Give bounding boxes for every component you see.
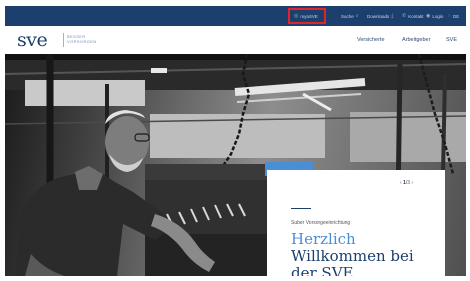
user-icon: ◉ (426, 13, 431, 19)
search-link[interactable]: Suche ⌕ (341, 6, 359, 26)
slider-prev-button[interactable]: ‹ (400, 180, 402, 186)
search-label: Suche (341, 13, 354, 19)
tagline-line-2: VORSORGEN (67, 39, 97, 44)
hero-heading-highlight: Herzlich (291, 230, 356, 248)
language-switch[interactable]: ◌ DE (448, 6, 459, 26)
site-header: SVE BESSER VORSORGEN Versicherte Arbeitg… (5, 26, 466, 54)
sve-logo[interactable]: SVE (17, 29, 48, 51)
nav-item-versicherte[interactable]: Versicherte (357, 26, 385, 54)
slider-pager: ‹ 1/3 › (400, 180, 413, 186)
hero-heading-line-2: Willkommen bei (291, 247, 414, 265)
kicker-rule (291, 208, 311, 209)
utility-bar: ◎ myaSVE Suche ⌕ Downloads ⤓ ✆ Kontakt ◉… (5, 6, 466, 26)
hero-banner: ‹ 1/3 › Suber Vorsorgeeinrichtung Herzli… (5, 54, 466, 276)
card-kicker: Suber Vorsorgeeinrichtung (291, 220, 351, 226)
nav-item-sve[interactable]: SVE (446, 26, 457, 54)
slider-next-button[interactable]: › (411, 180, 413, 186)
welcome-card: ‹ 1/3 › Suber Vorsorgeeinrichtung Herzli… (267, 170, 445, 276)
annotation-highlight-box (288, 8, 326, 24)
hero-heading-line-3: der SVE (291, 264, 354, 277)
language-label: DE (452, 13, 460, 19)
download-icon: ⤓ (391, 13, 394, 19)
logo-tagline: BESSER VORSORGEN (67, 34, 97, 44)
language-icon: ◌ (448, 13, 451, 19)
login-link[interactable]: ◉ Login (426, 6, 443, 26)
browser-page: ◎ myaSVE Suche ⌕ Downloads ⤓ ✆ Kontakt ◉… (5, 6, 466, 276)
slider-total: 3 (407, 180, 411, 186)
contact-link[interactable]: ✆ Kontakt (402, 6, 423, 26)
hero-heading: Willkommen bei der SVE (291, 247, 414, 277)
downloads-label: Downloads (367, 13, 390, 19)
logo-divider (63, 33, 64, 47)
search-icon: ⌕ (355, 13, 359, 19)
nav-item-arbeitgeber[interactable]: Arbeitgeber (402, 26, 430, 54)
login-label: Login (432, 13, 444, 19)
contact-label: Kontakt (408, 13, 424, 19)
phone-icon: ✆ (402, 13, 407, 19)
downloads-link[interactable]: Downloads ⤓ (367, 6, 393, 26)
